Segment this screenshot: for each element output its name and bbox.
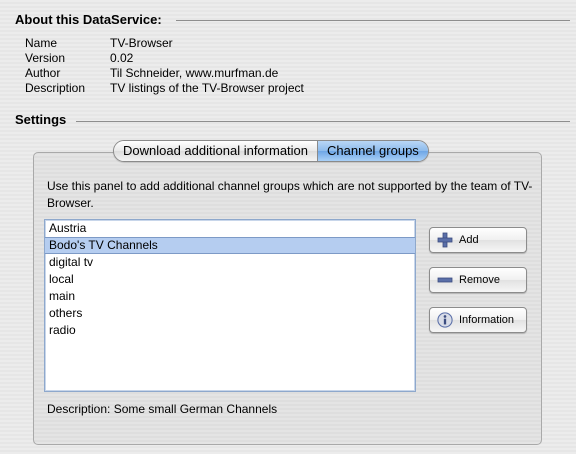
minus-icon [437, 272, 453, 288]
info-key: Author [25, 66, 61, 80]
list-item[interactable]: local [45, 271, 415, 288]
tab-channel-groups[interactable]: Channel groups [317, 141, 428, 161]
about-section-divider [176, 20, 570, 21]
about-section-title: About this DataService: [15, 12, 162, 27]
add-button-label: Add [459, 234, 479, 246]
panel-instructions: Use this panel to add additional channel… [47, 179, 533, 210]
tab-bar: Download additional information Channel … [113, 140, 429, 162]
info-icon [437, 312, 453, 328]
settings-section-divider [76, 121, 570, 122]
description-value: Some small German Channels [113, 402, 278, 416]
list-item[interactable]: radio [45, 322, 415, 339]
add-button[interactable]: Add [429, 227, 527, 253]
plus-icon [437, 232, 453, 248]
description-label: Description: [47, 402, 111, 416]
list-item-selected[interactable]: Bodo's TV Channels [45, 237, 415, 254]
info-value: Til Schneider, www.murfman.de [110, 66, 279, 80]
info-key: Name [25, 36, 58, 50]
settings-section-title: Settings [15, 112, 67, 127]
tab-download-additional-information[interactable]: Download additional information [114, 141, 318, 161]
list-item[interactable]: digital tv [45, 254, 415, 271]
list-item[interactable]: Austria [45, 220, 415, 237]
info-value: 0.02 [110, 51, 134, 65]
selected-group-description: Description: Some small German Channels [47, 402, 277, 416]
list-item[interactable]: others [45, 305, 415, 322]
list-item[interactable]: main [45, 288, 415, 305]
information-button[interactable]: Information [429, 307, 527, 333]
remove-button[interactable]: Remove [429, 267, 527, 293]
information-button-label: Information [459, 314, 515, 326]
info-key: Version [25, 51, 66, 65]
channel-group-list[interactable]: Austria Bodo's TV Channels digital tv lo… [44, 219, 416, 392]
info-value: TV-Browser [110, 36, 173, 50]
remove-button-label: Remove [459, 274, 500, 286]
info-key: Description [25, 81, 86, 95]
info-value: TV listings of the TV-Browser project [110, 81, 304, 95]
